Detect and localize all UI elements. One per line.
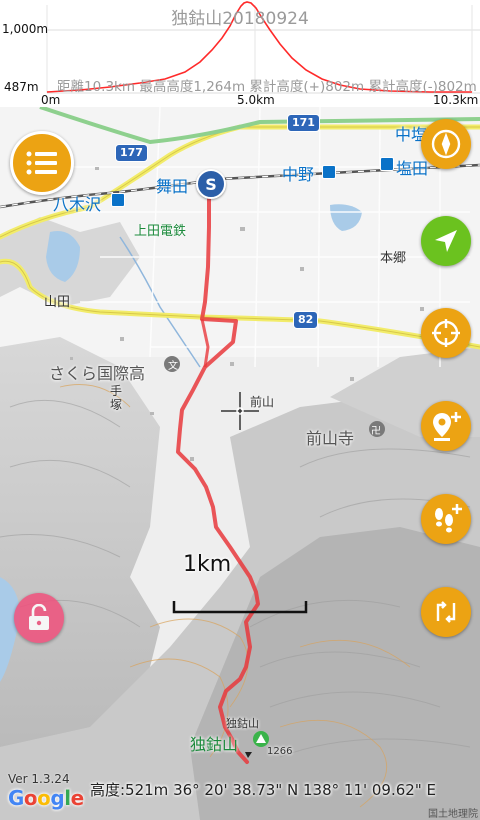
label-maita: 舞田 (156, 177, 189, 196)
station-icon (380, 157, 394, 171)
svg-text:卍: 卍 (371, 425, 381, 437)
label-shiodajou: 塩田 (396, 159, 429, 178)
x-end-label: 10.3km (433, 93, 479, 107)
label-sakura-kokusai: さくら国際高 (49, 364, 146, 383)
menu-icon (26, 151, 57, 175)
google-logo: Google (8, 786, 84, 810)
track-title: 独鈷山20180924 (171, 9, 309, 29)
add-waypoint-button[interactable] (421, 401, 471, 451)
x-mid-label: 5.0km (237, 93, 275, 107)
y-max-label: 1,000m (2, 22, 49, 36)
route-icon (436, 601, 456, 623)
version-label: Ver 1.3.24 (8, 772, 70, 786)
map-view[interactable]: 文 卍 S 177 171 82 舞田 中野 塩田 中塩 八木沢 上田電鉄 本郷… (0, 107, 480, 820)
scale-label: 1km (183, 552, 232, 577)
label-tokkosan-small: 独鈷山 (226, 717, 259, 730)
start-marker[interactable]: S (196, 169, 226, 199)
unlock-icon (29, 604, 49, 630)
label-summit-elevation: 1266 (267, 746, 293, 757)
station-icon (111, 193, 125, 207)
label-hongo: 本郷 (380, 251, 407, 266)
compass-button[interactable] (421, 119, 471, 169)
school-icon: 文 (164, 356, 180, 372)
label-maeyama: 前山 (250, 395, 275, 409)
crosshair-icon (432, 319, 460, 347)
elevation-profile: 独鈷山20180924 1,000m 487m 距離10.3km 最高高度1,2… (0, 0, 480, 108)
x-start-label: 0m (41, 93, 61, 107)
navigation-arrow-icon (435, 230, 457, 252)
add-footsteps-icon (435, 504, 462, 533)
lock-button[interactable] (14, 593, 64, 643)
compass-icon (431, 129, 461, 159)
menu-button[interactable] (10, 131, 74, 195)
route-button[interactable] (421, 587, 471, 637)
label-zensanji: 前山寺 (306, 429, 355, 448)
add-track-button[interactable] (421, 494, 471, 544)
crosshair-button[interactable] (421, 308, 471, 358)
add-pin-icon (433, 412, 461, 441)
label-tokkosan: 独鈷山 (190, 735, 239, 754)
svg-text:文: 文 (168, 359, 178, 372)
label-tezuka: 手塚 (110, 384, 123, 412)
y-min-label: 487m (4, 80, 39, 94)
coordinate-readout: 高度:521m 36° 20' 38.73" N 138° 11' 09.62"… (90, 781, 436, 799)
attribution: 国土地理院 (428, 809, 478, 820)
temple-icon: 卍 (369, 421, 385, 437)
track-stats: 距離10.3km 最高高度1,264m 累計高度(+)802m 累計高度(-)8… (57, 79, 477, 95)
locate-button[interactable] (421, 216, 471, 266)
station-icon (322, 165, 336, 179)
label-nakano: 中野 (282, 165, 315, 184)
road-shield-82: 82 (293, 311, 319, 329)
start-marker-label: S (205, 174, 217, 194)
road-shield-171: 171 (287, 114, 320, 132)
label-yagisawa: 八木沢 (53, 195, 102, 214)
label-yamada: 山田 (44, 295, 71, 310)
road-shield-177: 177 (115, 144, 148, 162)
label-ueda-dentetsu: 上田電鉄 (134, 224, 187, 239)
